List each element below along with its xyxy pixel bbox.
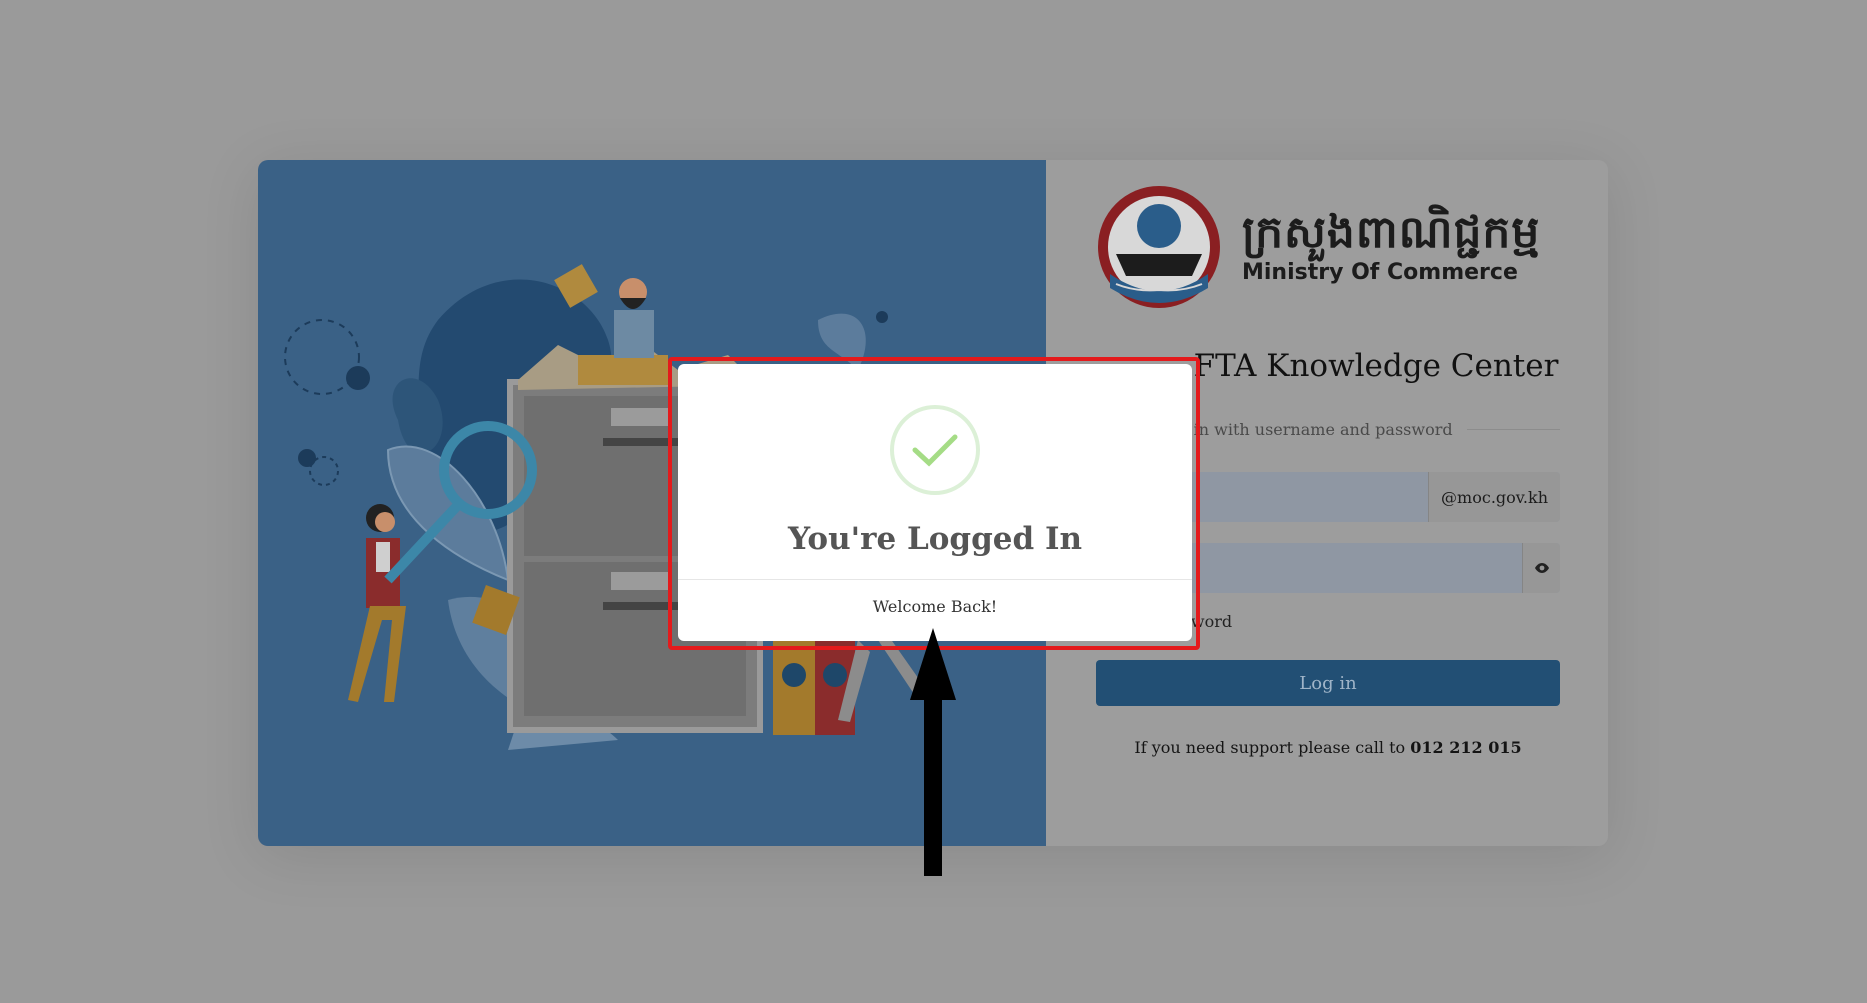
support-info: If you need support please call to 012 2… [1096, 738, 1560, 757]
ministry-name-english: Ministry Of Commerce [1242, 260, 1518, 285]
subtitle-divider [1466, 429, 1560, 430]
support-text: If you need support please call to [1134, 738, 1406, 757]
login-button[interactable]: Log in [1096, 660, 1560, 706]
modal-footer-text: Welcome Back! [872, 597, 998, 616]
arrow-annotation [910, 628, 956, 876]
email-domain-addon: @moc.gov.kh [1428, 472, 1560, 522]
success-modal: You're Logged In Welcome Back! [678, 364, 1192, 641]
ministry-logo: ក្រសួងពាណិជ្ជកម្ម Ministry Of Commerce [1096, 184, 1540, 310]
checkmark-icon [912, 434, 958, 467]
ministry-emblem-icon [1098, 186, 1220, 308]
support-phone: 012 212 015 [1410, 738, 1522, 757]
page-title: FTA Knowledge Center [1193, 348, 1559, 384]
modal-title: You're Logged In [787, 521, 1083, 557]
ministry-name-khmer: ក្រសួងពាណិជ្ជកម្ម [1242, 207, 1541, 258]
eye-icon [1534, 563, 1549, 573]
modal-divider [678, 579, 1192, 580]
toggle-password-visibility[interactable] [1522, 543, 1560, 593]
success-circle [890, 405, 980, 495]
